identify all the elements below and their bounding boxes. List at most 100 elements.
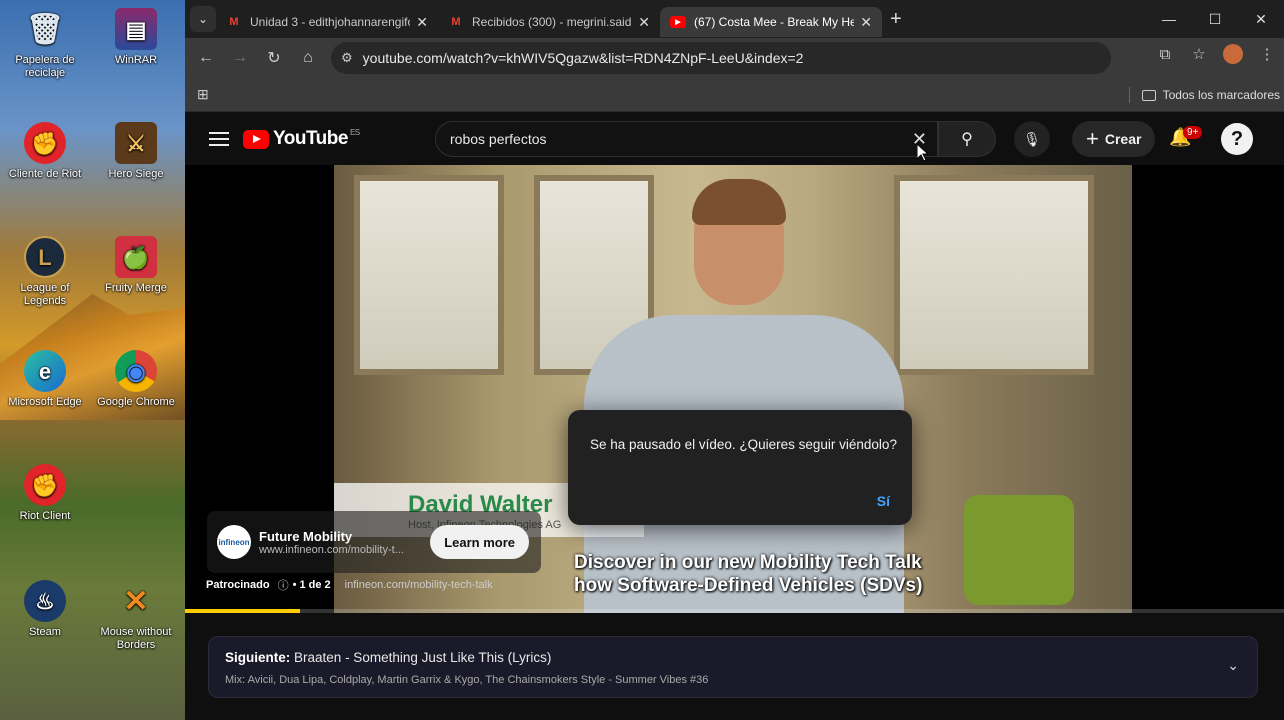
ad-card[interactable]: infineon Future Mobility www.infineon.co… (207, 511, 541, 573)
apps-grid-icon[interactable]: ⊞ (197, 86, 209, 103)
bookmarks-bar: ⊞ Todos los marcadores (185, 78, 1284, 112)
gmail-icon: M (229, 16, 239, 28)
browser-toolbar: ← → ↻ ⌂ ⚙ youtube.com/watch?v=khWIV5Qgaz… (185, 38, 1284, 78)
riot-icon: ✊ (24, 464, 66, 506)
profile-avatar[interactable] (1223, 44, 1243, 64)
home-icon[interactable]: ⌂ (291, 49, 325, 67)
desktop-icon-label: WinRAR (114, 54, 158, 66)
window-controls: — ☐ ✕ (1146, 0, 1284, 38)
up-next-label: Siguiente: (225, 650, 291, 665)
desktop-icon-league-of-legends[interactable]: L League of Legends (0, 236, 90, 308)
chevron-down-icon: ⌄ (197, 12, 209, 26)
all-bookmarks-button[interactable]: Todos los marcadores (1128, 87, 1280, 103)
desktop-icon-label: Microsoft Edge (8, 396, 82, 408)
new-tab-button[interactable]: + (890, 8, 902, 31)
bookmark-star-icon[interactable]: ☆ (1182, 45, 1216, 63)
desktop-icon-hero-siege[interactable]: ⚔ Hero Siege (91, 122, 181, 181)
tab-title: Unidad 3 - edithjohannarengifo (250, 15, 411, 29)
chevron-down-icon[interactable]: ⌄ (1227, 657, 1239, 674)
advertiser-logo: infineon (217, 525, 251, 559)
winrar-icon: ▤ (115, 8, 157, 50)
forward-icon[interactable]: → (223, 49, 257, 67)
background-window (894, 175, 1094, 375)
address-bar[interactable]: ⚙ youtube.com/watch?v=khWIV5Qgazw&list=R… (331, 42, 1111, 74)
url-text: youtube.com/watch?v=khWIV5Qgazw&list=RDN… (362, 50, 804, 66)
ad-display-url[interactable]: infineon.com/mobility-tech-talk (345, 579, 493, 591)
youtube-logo-text: YouTube (273, 128, 348, 149)
desktop-icon-google-chrome[interactable]: ◉ Google Chrome (91, 350, 181, 409)
toolbar-actions: ⧉ ☆ ⋮ (1148, 44, 1284, 64)
desktop-icon-label: Google Chrome (97, 396, 175, 408)
caption-line: how Software-Defined Vehicles (SDVs) (574, 575, 923, 596)
desktop-icon-mouse-without-borders[interactable]: ✕ Mouse without Borders (91, 580, 181, 652)
steam-icon: ♨ (24, 580, 66, 622)
youtube-logo[interactable]: YouTube ES (243, 128, 360, 150)
paused-dialog: Se ha pausado el vídeo. ¿Quieres seguir … (568, 410, 912, 525)
chrome-icon: ◉ (115, 350, 157, 392)
desktop-icon-microsoft-edge[interactable]: e Microsoft Edge (0, 350, 90, 409)
ad-progress-fill (185, 609, 301, 613)
desktop-icon-riot-client[interactable]: ✊ Riot Client (0, 464, 90, 523)
plus-icon: + (1086, 126, 1099, 151)
tab-bar: ⌄ M Unidad 3 - edithjohannarengifo ✕ M R… (185, 0, 1284, 38)
close-tab-icon[interactable]: ✕ (638, 14, 650, 31)
tab-gmail-recibidos[interactable]: M Recibidos (300) - megrini.saidi@ ✕ (438, 7, 660, 37)
desktop-icon-label: Riot Client (19, 510, 71, 522)
close-window-icon[interactable]: ✕ (1238, 0, 1284, 38)
up-next-subtitle: Mix: Avicii, Dua Lipa, Coldplay, Martin … (225, 674, 709, 686)
menu-icon[interactable]: ⋮ (1250, 45, 1284, 63)
desktop-icon-label: Steam (29, 626, 61, 638)
ad-title: Future Mobility (259, 528, 353, 544)
ad-progress-bar[interactable] (185, 609, 1284, 613)
youtube-page: YouTube ES robos perfectos ✕ ⚲ 🎙 + Crear… (185, 113, 1284, 720)
youtube-play-icon (243, 129, 269, 149)
search-query-text: robos perfectos (450, 131, 547, 147)
mouse-cursor-icon (917, 144, 929, 162)
search-button[interactable]: ⚲ (938, 121, 996, 157)
reload-icon[interactable]: ↻ (257, 48, 291, 68)
video-player[interactable]: David Walter Host, Infineon Technologies… (185, 165, 1284, 613)
hero-siege-icon: ⚔ (115, 122, 157, 164)
league-of-legends-icon: L (24, 236, 66, 278)
tab-gmail-unidad3[interactable]: M Unidad 3 - edithjohannarengifo ✕ (216, 7, 438, 37)
close-tab-icon[interactable]: ✕ (416, 14, 428, 31)
desktop-icon-steam[interactable]: ♨ Steam (0, 580, 90, 639)
up-next-title: Siguiente: Braaten - Something Just Like… (225, 650, 551, 665)
background-window (354, 175, 504, 375)
desktop-icon-label: Papelera de reciclaje (15, 54, 75, 79)
desktop-icon-winrar[interactable]: ▤ WinRAR (91, 8, 181, 67)
desktop-icon-recycle-bin[interactable]: 🗑 Papelera de reciclaje (0, 8, 90, 80)
youtube-favicon-icon: ▶ (670, 16, 686, 28)
up-next-panel[interactable]: Siguiente: Braaten - Something Just Like… (208, 636, 1258, 698)
voice-search-button[interactable]: 🎙 (1014, 121, 1050, 157)
minimize-icon[interactable]: — (1146, 0, 1192, 38)
divider (1128, 87, 1130, 103)
desktop-icon-fruity-merge[interactable]: 🍏 Fruity Merge (91, 236, 181, 295)
presenter-hair (692, 179, 786, 225)
maximize-icon[interactable]: ☐ (1192, 0, 1238, 38)
learn-more-button[interactable]: Learn more (430, 525, 529, 559)
ad-counter: • 1 de 2 (292, 579, 331, 591)
tab-title: (67) Costa Mee - Break My Hea (694, 15, 855, 29)
back-icon[interactable]: ← (189, 49, 223, 67)
account-avatar[interactable]: ? (1221, 123, 1253, 155)
desktop-icon-label: Fruity Merge (105, 282, 167, 294)
close-tab-icon[interactable]: ✕ (860, 14, 872, 31)
up-next-video-title: Braaten - Something Just Like This (Lyri… (294, 650, 552, 665)
youtube-header: YouTube ES robos perfectos ✕ ⚲ 🎙 + Crear… (185, 113, 1284, 165)
riot-icon: ✊ (24, 122, 66, 164)
site-info-icon[interactable]: ⚙ (341, 50, 353, 66)
desktop-icon-label: Mouse without Borders (100, 626, 172, 651)
tab-search-button[interactable]: ⌄ (190, 6, 216, 32)
search-input[interactable]: robos perfectos ✕ (435, 121, 938, 157)
create-label: Crear (1104, 131, 1142, 147)
fruity-merge-icon: 🍏 (115, 236, 157, 278)
info-icon[interactable]: ⓘ (278, 577, 289, 593)
continue-watching-button[interactable]: Sí (877, 493, 890, 509)
desktop-icon-riot-client-es[interactable]: ✊ Cliente de Riot (0, 122, 90, 181)
hamburger-menu-icon[interactable] (209, 128, 229, 150)
tab-youtube[interactable]: ▶ (67) Costa Mee - Break My Hea ✕ (660, 7, 882, 37)
install-app-icon[interactable]: ⧉ (1148, 46, 1182, 63)
folder-icon (1141, 89, 1156, 101)
create-button[interactable]: + Crear (1072, 121, 1156, 157)
